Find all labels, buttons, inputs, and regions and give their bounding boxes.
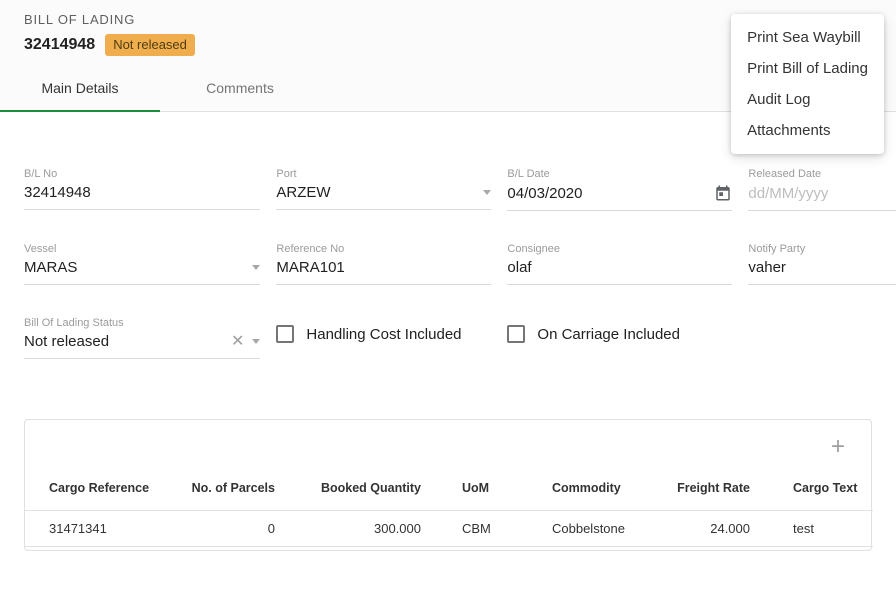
menu-item-print-sea-waybill[interactable]: Print Sea Waybill [731, 22, 884, 53]
field-label: Notify Party [748, 243, 896, 255]
port-select[interactable] [276, 184, 475, 201]
field-consignee: Consignee [507, 243, 732, 285]
field-label: Bill Of Lading Status [24, 317, 260, 329]
consignee-input[interactable] [507, 259, 732, 276]
field-reference-no: Reference No [276, 243, 491, 285]
checkbox-on-carriage[interactable]: On Carriage Included [507, 325, 732, 343]
page-title: 32414948 [24, 36, 95, 54]
field-label: Released Date [748, 168, 896, 180]
table-cell-uom: CBM [421, 511, 552, 547]
form-spacer [748, 317, 896, 359]
table-cell-freight-rate: 24.000 [672, 511, 750, 547]
table-cell-cargo-reference: 31471341 [25, 511, 175, 547]
chevron-down-icon[interactable] [252, 339, 260, 344]
column-header-cargo-text: Cargo Text [750, 474, 873, 511]
field-label: Consignee [507, 243, 732, 255]
checkbox-label: On Carriage Included [537, 326, 680, 343]
menu-item-audit-log[interactable]: Audit Log [731, 84, 884, 115]
status-badge: Not released [105, 34, 195, 56]
field-vessel: Vessel [24, 243, 260, 285]
cargo-table: Cargo Reference No. of Parcels Booked Qu… [25, 474, 873, 547]
tab-comments[interactable]: Comments [160, 64, 320, 111]
column-header-commodity: Commodity [552, 474, 672, 511]
menu-item-attachments[interactable]: Attachments [731, 115, 884, 146]
field-label: B/L Date [507, 168, 732, 180]
checkbox-icon[interactable] [507, 325, 525, 343]
menu-item-print-bill-of-lading[interactable]: Print Bill of Lading [731, 53, 884, 84]
bl-date-input[interactable] [507, 185, 706, 202]
table-header-row: Cargo Reference No. of Parcels Booked Qu… [25, 474, 873, 511]
field-label: B/L No [24, 168, 260, 180]
column-header-uom: UoM [421, 474, 552, 511]
column-header-no-of-parcels: No. of Parcels [175, 474, 275, 511]
column-header-cargo-reference: Cargo Reference [25, 474, 175, 511]
reference-no-input[interactable] [276, 259, 491, 276]
vessel-select[interactable] [24, 259, 244, 276]
add-icon[interactable]: + [831, 435, 845, 459]
field-bl-date: B/L Date [507, 168, 732, 211]
actions-menu: Print Sea Waybill Print Bill of Lading A… [731, 14, 884, 154]
table-cell-cargo-text: test [750, 511, 873, 547]
table-cell-no-of-parcels: 0 [175, 511, 275, 547]
chevron-down-icon[interactable] [252, 265, 260, 270]
field-port: Port [276, 168, 491, 211]
table-row[interactable]: 31471341 0 300.000 CBM Cobbelstone 24.00… [25, 511, 873, 547]
cargo-items-card: + Cargo Reference No. of Parcels Booked … [24, 419, 872, 551]
checkbox-label: Handling Cost Included [306, 326, 461, 343]
notify-party-input[interactable] [748, 259, 896, 276]
calendar-icon[interactable] [714, 184, 732, 202]
checkbox-icon[interactable] [276, 325, 294, 343]
field-bl-status: Bill Of Lading Status ✕ [24, 317, 260, 359]
checkbox-handling-cost[interactable]: Handling Cost Included [276, 325, 491, 343]
tab-main-details[interactable]: Main Details [0, 64, 160, 111]
table-cell-commodity: Cobbelstone [552, 511, 672, 547]
chevron-down-icon[interactable] [483, 190, 491, 195]
bl-status-select[interactable] [24, 333, 223, 350]
column-header-freight-rate: Freight Rate [672, 474, 750, 511]
field-notify-party: Notify Party [748, 243, 896, 285]
bl-no-input[interactable] [24, 184, 260, 201]
field-released-date: Released Date [748, 168, 896, 211]
released-date-input[interactable] [748, 185, 896, 202]
column-header-booked-quantity: Booked Quantity [275, 474, 421, 511]
cargo-card-toolbar: + [25, 420, 871, 474]
field-bl-no: B/L No [24, 168, 260, 211]
field-label: Port [276, 168, 491, 180]
field-label: Vessel [24, 243, 260, 255]
table-cell-booked-quantity: 300.000 [275, 511, 421, 547]
field-label: Reference No [276, 243, 491, 255]
clear-icon[interactable]: ✕ [231, 334, 244, 350]
